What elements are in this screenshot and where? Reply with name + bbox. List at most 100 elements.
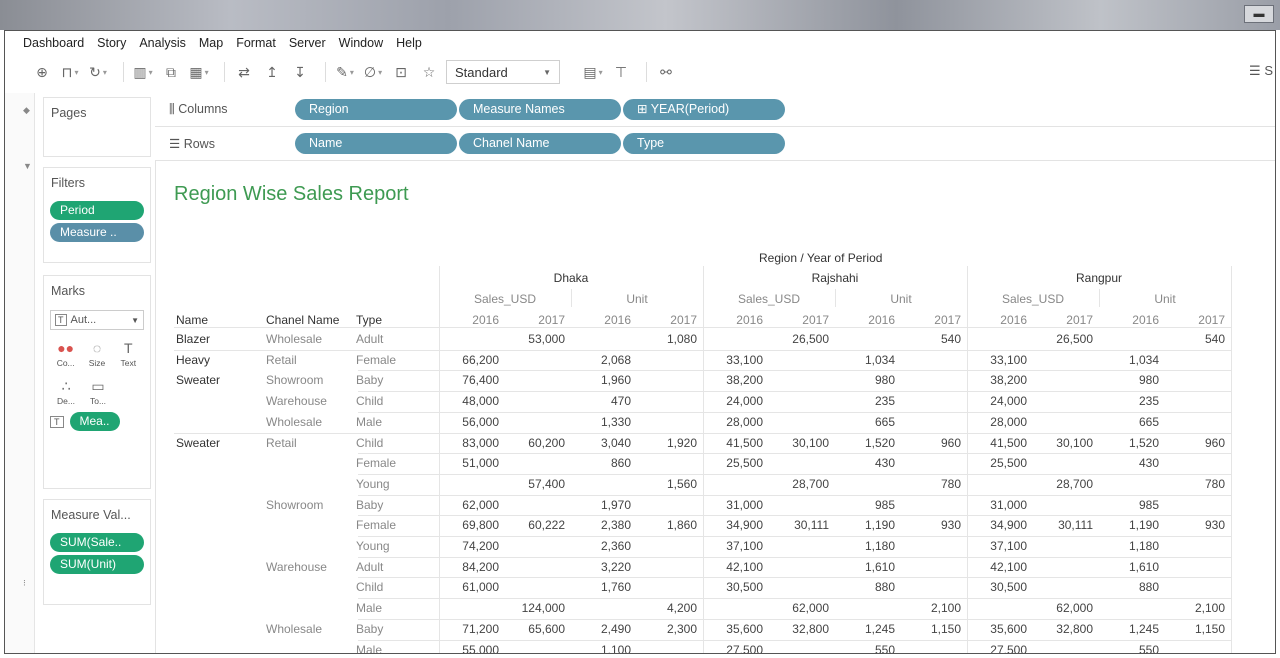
expand-icon[interactable]: ▼	[23, 161, 32, 171]
columns-shelf: ⫼ Columns Region Measure Names ⊞ YEAR(Pe…	[155, 93, 1275, 127]
menu-dashboard[interactable]: Dashboard	[23, 36, 84, 50]
rows-label: ☰ Rows	[169, 137, 215, 151]
value-cell: 470	[610, 394, 631, 409]
color-button[interactable]: ●● Co...	[50, 338, 81, 368]
mark-type-select[interactable]: T Aut... ▼	[50, 310, 144, 330]
value-cell: 960	[1204, 435, 1225, 450]
filter-pill-period[interactable]: Period	[50, 201, 144, 220]
row-pill-name[interactable]: Name	[295, 133, 457, 154]
channel-label: Wholesale	[266, 332, 323, 346]
marks-controls-row-1: ●● Co... ◌ Size T Text	[50, 338, 144, 368]
measure-header: Sales_USD	[1001, 292, 1065, 306]
show-cards-icon[interactable]: ▤ ▾	[582, 60, 604, 84]
highlight-icon[interactable]: ✎ ▾	[334, 60, 356, 84]
menu-story[interactable]: Story	[97, 36, 126, 50]
value-cell: 2,300	[666, 621, 697, 636]
row-header: Type	[356, 313, 383, 327]
value-cell: 4,200	[666, 601, 697, 616]
detail-button[interactable]: ∴ De...	[50, 376, 82, 406]
value-cell: 550	[874, 642, 895, 654]
column-header-title: Region / Year of Period	[759, 251, 883, 265]
region-header: Dhaka	[553, 271, 589, 285]
type-label: Male	[356, 601, 383, 616]
type-label: Young	[356, 476, 390, 491]
duplicate-sheet-icon[interactable]: ⧉	[160, 60, 182, 84]
menu-analysis[interactable]: Analysis	[139, 36, 186, 50]
rows-icon: ☰	[169, 137, 184, 151]
marks-pill-measure-values[interactable]: Mea..	[69, 412, 120, 431]
side-strip: ◆ ▼ ⁝	[5, 93, 35, 653]
filter-pill-measure[interactable]: Measure ..	[50, 223, 144, 242]
value-cell: 65,600	[528, 621, 565, 636]
resize-handle-icon[interactable]: ⁝	[23, 578, 26, 589]
row-header: Name	[176, 313, 209, 327]
year-header: 2016	[736, 313, 763, 327]
row-header: Chanel Name	[266, 313, 340, 327]
pages-title: Pages	[51, 106, 87, 120]
menu-help[interactable]: Help	[396, 36, 422, 50]
value-cell: 41,500	[726, 435, 763, 450]
text-icon: T	[124, 340, 133, 356]
value-cell: 985	[874, 497, 895, 512]
value-cell: 550	[1138, 642, 1159, 654]
minimize-button[interactable]: ▬	[1244, 5, 1274, 23]
value-cell: 1,034	[864, 352, 895, 367]
row-divider	[358, 473, 1231, 475]
menu-window[interactable]: Window	[339, 36, 383, 50]
sort-ascending-icon[interactable]: ↥	[261, 60, 283, 84]
value-cell: 2,490	[600, 621, 631, 636]
value-cell: 540	[940, 332, 961, 346]
group-divider	[174, 349, 1231, 351]
text-button[interactable]: T Text	[113, 338, 144, 368]
pin-icon[interactable]: ☆	[418, 60, 440, 84]
show-me-button[interactable]: ☰ S	[1249, 63, 1273, 79]
column-pill-year-period[interactable]: ⊞ YEAR(Period)	[623, 99, 785, 120]
refresh-icon[interactable]: ↻ ▾	[87, 60, 109, 84]
value-cell: 62,000	[462, 497, 499, 512]
year-header: 2017	[1198, 313, 1225, 327]
column-pill-measure-names[interactable]: Measure Names	[459, 99, 621, 120]
group-members-icon[interactable]: ∅ ▾	[362, 60, 384, 84]
year-header: 2016	[1132, 313, 1159, 327]
row-divider	[358, 639, 1231, 641]
menu-server[interactable]: Server	[289, 36, 326, 50]
type-label: Male	[356, 414, 383, 429]
value-cell: 57,400	[528, 476, 565, 491]
measure-pill-sales[interactable]: SUM(Sale..	[50, 533, 144, 552]
menu-bar: Dashboard Story Analysis Map Format Serv…	[5, 31, 1275, 55]
new-worksheet-icon[interactable]: ▥ ▾	[132, 60, 154, 84]
value-cell: 780	[1204, 476, 1225, 491]
type-label: Young	[356, 539, 390, 553]
show-mark-labels-icon[interactable]: ⊡	[390, 60, 412, 84]
menu-format[interactable]: Format	[236, 36, 276, 50]
value-cell: 1,245	[864, 621, 895, 636]
fit-select[interactable]: Standard ▼	[446, 60, 560, 84]
clear-sheet-icon[interactable]: ▦ ▾	[188, 60, 210, 84]
year-header: 2016	[868, 313, 895, 327]
columns-icon: ⫼	[169, 102, 179, 116]
value-cell: 980	[874, 373, 895, 388]
save-icon[interactable]: ⊓ ▾	[59, 60, 81, 84]
menu-map[interactable]: Map	[199, 36, 223, 50]
value-cell: 25,500	[726, 456, 763, 471]
filters-title: Filters	[51, 176, 86, 190]
share-icon[interactable]: ⚯	[655, 60, 677, 84]
swap-rows-columns-icon[interactable]: ⇄	[233, 60, 255, 84]
tooltip-button[interactable]: ▭ To...	[82, 376, 114, 406]
presentation-mode-icon[interactable]: ⊤	[610, 60, 632, 84]
row-pill-chanel-name[interactable]: Chanel Name	[459, 133, 621, 154]
value-cell: 51,000	[462, 456, 499, 471]
sort-descending-icon[interactable]: ↧	[289, 60, 311, 84]
type-label: Male	[356, 642, 383, 654]
year-header: 2017	[1066, 313, 1093, 327]
row-pill-type[interactable]: Type	[623, 133, 785, 154]
channel-label: Showroom	[266, 497, 324, 512]
size-button[interactable]: ◌ Size	[81, 338, 112, 368]
collapse-icon[interactable]: ◆	[23, 105, 30, 116]
value-cell: 1,330	[600, 414, 631, 429]
new-datasource-icon[interactable]: ⊕	[31, 60, 53, 84]
column-pill-region[interactable]: Region	[295, 99, 457, 120]
measure-pill-unit[interactable]: SUM(Unit)	[50, 555, 144, 574]
value-cell: 1,100	[600, 642, 631, 654]
value-cell: 235	[1138, 394, 1159, 409]
